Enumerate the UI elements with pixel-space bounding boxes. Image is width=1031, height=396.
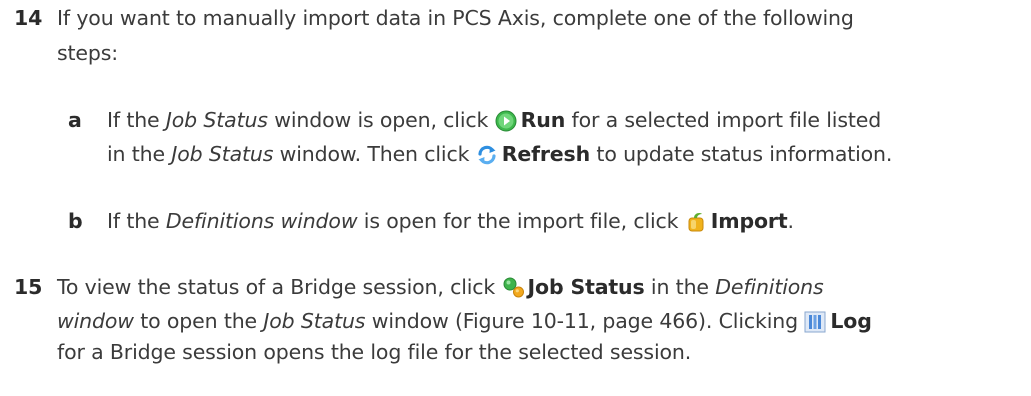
text: window (Figure 10-11, page 466). Clickin… [365,309,805,333]
step-15-line-2: window to open the Job Status window (Fi… [57,307,872,335]
job-status-window-ref: Job Status [165,108,268,132]
text: in the [644,275,716,299]
log-label: Log [830,309,872,333]
job-status-window-ref: Job Status [263,309,366,333]
import-label: Import [710,209,788,233]
run-icon [495,110,517,132]
step-14-line-2: steps: [57,41,119,65]
run-label: Run [520,108,566,132]
step-number-14: 14 [14,6,43,30]
substep-b-line: If the Definitions window is open for th… [107,207,794,235]
text: . [787,209,795,233]
text: If the [107,209,166,233]
definitions-window-ref: Definitions window [165,209,358,233]
text: to open the [133,309,264,333]
substep-letter-b: b [68,209,83,233]
window-ref: window [57,309,134,333]
substep-letter-a: a [68,108,82,132]
document-page: 14 If you want to manually import data i… [0,0,1031,396]
step-number-15: 15 [14,275,43,299]
substep-a-line-1: If the Job Status window is open, click … [107,106,881,134]
text: in the [107,142,172,166]
text: If the [107,108,166,132]
refresh-icon [476,144,498,166]
job-status-window-ref: Job Status [171,142,274,166]
definitions-ref: Definitions [715,275,824,299]
import-icon [685,211,707,233]
log-icon [804,311,826,333]
step-14-line-1: If you want to manually import data in P… [57,6,854,30]
text: window. Then click [273,142,476,166]
step-15-line-3: for a Bridge session opens the log file … [57,340,692,364]
substep-a-line-2: in the Job Status window. Then click Ref… [107,140,892,168]
job-status-icon [502,277,524,299]
text: To view the status of a Bridge session, … [57,275,502,299]
refresh-label: Refresh [501,142,591,166]
job-status-label: Job Status [527,275,645,299]
text: is open for the import file, click [357,209,685,233]
text: window is open, click [267,108,495,132]
text: to update status information. [590,142,893,166]
text: for a selected import file listed [565,108,882,132]
step-15-line-1: To view the status of a Bridge session, … [57,273,824,301]
